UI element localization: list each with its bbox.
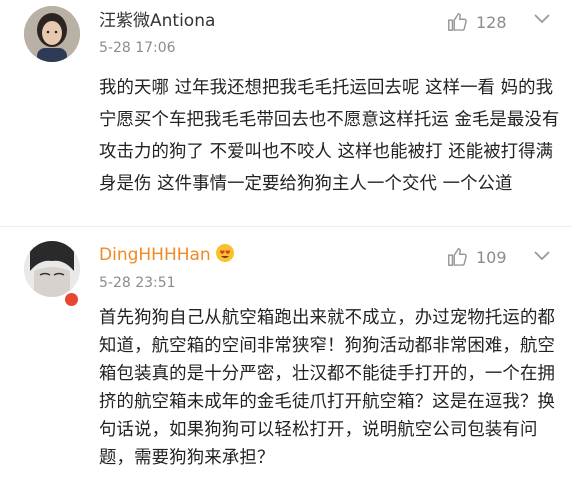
timestamp: 5-28 17:06	[99, 40, 176, 56]
comment-list: 汪紫微Antiona 5-28 17:06 128 我的天哪 过年我还想把我毛毛…	[0, 0, 572, 504]
like-count: 128	[476, 12, 507, 32]
like-button[interactable]: 109	[446, 243, 507, 271]
chevron-down-icon[interactable]	[534, 251, 550, 261]
thumbs-up-icon	[448, 13, 467, 31]
like-button[interactable]: 128	[446, 8, 507, 36]
timestamp: 5-28 23:51	[99, 275, 176, 291]
verified-badge-icon	[63, 291, 79, 307]
comment-item: 汪紫微Antiona 5-28 17:06 128 我的天哪 过年我还想把我毛毛…	[0, 0, 572, 226]
avatar[interactable]	[24, 241, 80, 297]
avatar-image	[24, 241, 80, 297]
username[interactable]: 汪紫微Antiona	[99, 9, 215, 33]
username-text: DingHHHHan	[99, 245, 211, 265]
comment-item: DingHHHHan 5-28 23:51 109 首先狗狗自己从航空箱跑出来就…	[0, 227, 572, 504]
chevron-down-icon[interactable]	[534, 14, 550, 24]
thumbs-up-icon	[448, 248, 467, 266]
username[interactable]: DingHHHHan	[99, 243, 235, 267]
avatar[interactable]	[24, 6, 80, 62]
heart-eyes-emoji-icon	[215, 244, 234, 262]
comment-text: 我的天哪 过年我还想把我毛毛托运回去呢 这样一看 妈的我宁愿买个车把我毛毛带回去…	[99, 78, 560, 194]
like-count: 109	[476, 247, 507, 267]
avatar-image	[24, 6, 80, 62]
comment-text: 首先狗狗自己从航空箱跑出来就不成立，办过宠物托运的都知道，航空箱的空间非常狭窄！…	[99, 308, 556, 468]
